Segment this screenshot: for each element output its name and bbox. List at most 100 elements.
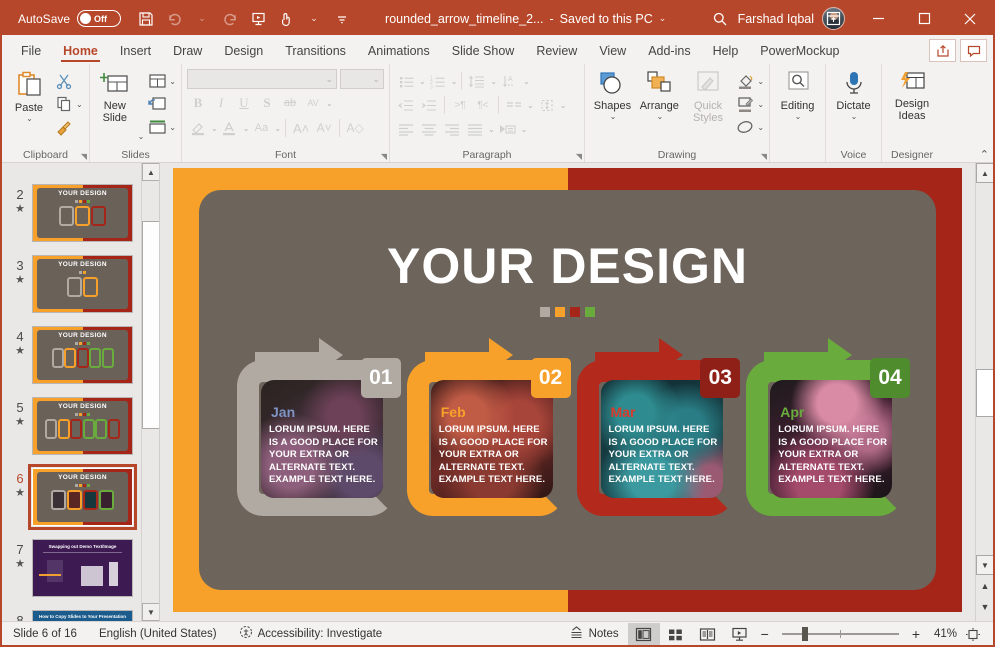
numbering-button[interactable]: 123 [427, 70, 449, 92]
thumbnail-row[interactable]: 2 ★ YOUR DESIGN [2, 182, 141, 253]
close-button[interactable] [947, 2, 993, 35]
font-color-dropdown-icon[interactable]: ⌄ [243, 124, 250, 133]
animation-star-icon[interactable]: ★ [15, 345, 25, 358]
character-spacing-button[interactable]: AV [302, 92, 324, 114]
tab-draw[interactable]: Draw [162, 37, 213, 64]
thumbnail-image[interactable]: YOUR DESIGN [32, 397, 133, 455]
shape-fill-dropdown-icon[interactable]: ⌄ [757, 77, 764, 86]
quick-styles-button[interactable]: Quick Styles [684, 67, 733, 124]
layout-dropdown-icon[interactable]: ⌄ [169, 77, 176, 86]
next-slide-icon[interactable]: ▼ [976, 597, 993, 617]
align-text-dropdown-icon[interactable]: ⌄ [560, 101, 567, 110]
thumbnail-image[interactable]: YOUR DESIGN [28, 464, 137, 530]
undo-dropdown-icon[interactable]: ⌄ [189, 6, 215, 31]
start-from-beginning-icon[interactable] [245, 6, 271, 31]
thumbnail-scrollbar-thumb[interactable] [142, 221, 159, 429]
convert-to-smartart-button[interactable] [497, 118, 519, 140]
thumbnail-image[interactable]: YOUR DESIGN [32, 326, 133, 384]
justify-button[interactable] [464, 118, 486, 140]
paragraph-dialog-launcher-icon[interactable]: ◥ [576, 152, 582, 161]
text-direction-button[interactable]: A [499, 70, 521, 92]
strikethrough-button[interactable]: ab [279, 92, 301, 114]
scrollbar-thumb[interactable] [976, 369, 993, 417]
shape-outline-button[interactable] [734, 93, 756, 115]
share-button[interactable] [929, 39, 956, 62]
justify-dropdown-icon[interactable]: ⌄ [488, 125, 495, 134]
line-spacing-dropdown-icon[interactable]: ⌄ [490, 77, 497, 86]
section-dropdown-icon[interactable]: ⌄ [169, 123, 176, 132]
tab-insert[interactable]: Insert [109, 37, 162, 64]
customize-qat-icon[interactable] [329, 6, 355, 31]
touch-mode-icon[interactable] [273, 6, 299, 31]
line-spacing-button[interactable] [466, 70, 488, 92]
slide-show-button[interactable] [724, 623, 756, 645]
paste-dropdown-icon[interactable]: ⌄ [26, 114, 33, 123]
columns-dropdown-icon[interactable]: ⌄ [527, 101, 534, 110]
thumbnail-row[interactable]: 8 How to Copy Slides to Your Presentatio… [2, 608, 141, 621]
ltr-button[interactable]: >¶ [449, 94, 471, 116]
shapes-button[interactable]: Shapes ⌄ [590, 67, 635, 121]
align-text-button[interactable] [536, 94, 558, 116]
notes-button[interactable]: Notes [560, 622, 628, 646]
thumbnail-image[interactable]: How to Copy Slides to Your Presentation [32, 610, 133, 621]
animation-star-icon[interactable]: ★ [15, 487, 25, 500]
shape-effects-dropdown-icon[interactable]: ⌄ [757, 123, 764, 132]
arrange-dropdown-icon[interactable]: ⌄ [656, 112, 663, 121]
decrease-font-size-button[interactable]: A˅ [313, 117, 335, 139]
animation-star-icon[interactable]: ★ [15, 558, 25, 571]
drawing-dialog-launcher-icon[interactable]: ◥ [761, 152, 767, 161]
thumbnail-row[interactable]: 5 ★ YOUR DESIGN [2, 395, 141, 466]
language-indicator[interactable]: English (United States) [88, 622, 228, 646]
animation-star-icon[interactable]: ★ [15, 203, 25, 216]
align-center-button[interactable] [418, 118, 440, 140]
cut-button[interactable] [53, 70, 75, 92]
accessibility-status[interactable]: Accessibility: Investigate [228, 622, 394, 646]
tab-view[interactable]: View [588, 37, 637, 64]
bullets-button[interactable] [395, 70, 417, 92]
tab-home[interactable]: Home [52, 37, 109, 64]
section-button[interactable] [146, 116, 168, 138]
columns-button[interactable] [503, 94, 525, 116]
clear-formatting-button[interactable]: A◇ [344, 117, 366, 139]
thumbnail-scroll-down-icon[interactable]: ▼ [142, 603, 159, 621]
fit-to-window-button[interactable] [957, 623, 989, 645]
copy-button[interactable] [53, 93, 75, 115]
document-title-area[interactable]: rounded_arrow_timeline_2... - Saved to t… [385, 12, 666, 26]
editing-button[interactable]: Editing ⌄ [775, 67, 820, 121]
rtl-button[interactable]: ¶< [472, 94, 494, 116]
font-dialog-launcher-icon[interactable]: ◥ [381, 152, 387, 161]
text-highlight-button[interactable] [187, 117, 209, 139]
tab-powermockup[interactable]: PowerMockup [749, 37, 850, 64]
layout-button[interactable] [146, 70, 168, 92]
thumbnail-row[interactable] [2, 163, 141, 182]
thumbnail-row[interactable]: 7 ★ Swapping out Demo Text/Image [2, 537, 141, 608]
slide-title[interactable]: YOUR DESIGN [199, 237, 936, 295]
tab-slide-show[interactable]: Slide Show [441, 37, 526, 64]
new-slide-button[interactable]: New Slide [95, 67, 135, 124]
tab-review[interactable]: Review [525, 37, 588, 64]
undo-icon[interactable] [161, 6, 187, 31]
tab-transitions[interactable]: Transitions [274, 37, 357, 64]
animation-star-icon[interactable]: ★ [15, 274, 25, 287]
timeline-card[interactable]: 03 Mar LORUM IPSUM. HERE IS A GOOD PLACE… [576, 338, 747, 516]
bullets-dropdown-icon[interactable]: ⌄ [419, 77, 426, 86]
autosave-toggle[interactable]: Off [77, 10, 122, 27]
slide-indicator[interactable]: Slide 6 of 16 [2, 622, 88, 646]
italic-button[interactable]: I [210, 92, 232, 114]
font-size-input[interactable]: ⌄ [340, 69, 384, 89]
increase-font-size-button[interactable]: A˄ [290, 117, 312, 139]
convert-to-smartart-dropdown-icon[interactable]: ⌄ [521, 125, 528, 134]
zoom-slider-knob[interactable] [801, 627, 808, 641]
reading-view-button[interactable] [692, 623, 724, 645]
format-painter-button[interactable] [53, 116, 75, 138]
align-right-button[interactable] [441, 118, 463, 140]
character-spacing-dropdown-icon[interactable]: ⌄ [326, 99, 333, 108]
maximize-button[interactable] [901, 2, 947, 35]
thumbnail-row[interactable]: 4 ★ YOUR DESIGN [2, 324, 141, 395]
animation-star-icon[interactable]: ★ [15, 416, 25, 429]
change-case-button[interactable]: Aa [250, 117, 272, 139]
autosave-control[interactable]: AutoSave Off [18, 10, 122, 27]
bold-button[interactable]: B [187, 92, 209, 114]
previous-slide-icon[interactable]: ▲ [976, 576, 993, 596]
timeline-card[interactable]: 01 Jan LORUM IPSUM. HERE IS A GOOD PLACE… [237, 338, 407, 516]
